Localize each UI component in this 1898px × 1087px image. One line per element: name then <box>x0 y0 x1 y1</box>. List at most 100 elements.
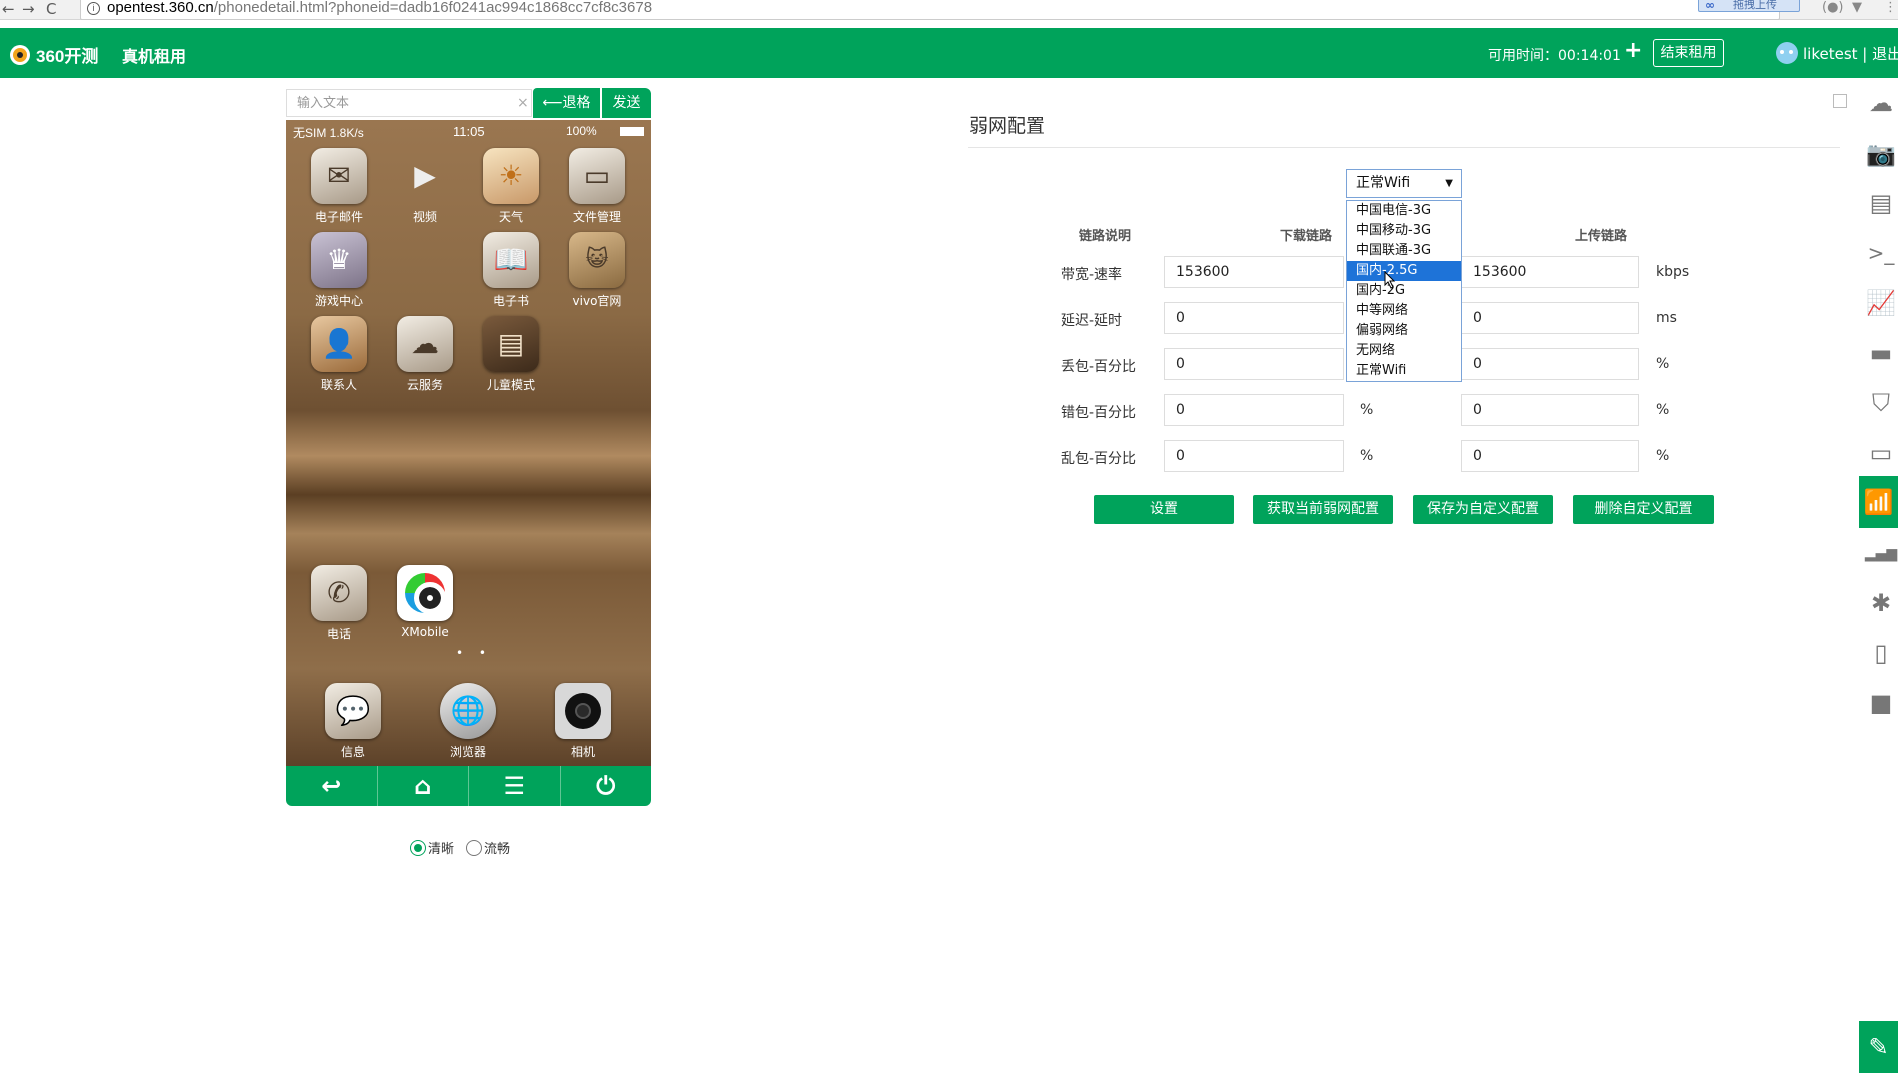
quality-smooth-option[interactable]: 流畅 <box>466 838 510 857</box>
upload-packet-loss-input[interactable]: 0 <box>1461 348 1639 380</box>
app-contacts[interactable]: 👤 联系人 <box>299 316 379 393</box>
delete-custom-config-button[interactable]: 删除自定义配置 <box>1573 495 1714 524</box>
network-profile-select[interactable]: 正常Wifi ▼ <box>1346 169 1462 198</box>
option-unicom-3g[interactable]: 中国联通-3G <box>1347 241 1461 261</box>
browser-menu-icon[interactable]: ⋮ <box>1884 0 1897 15</box>
download-latency-input[interactable]: 0 <box>1164 302 1344 334</box>
get-current-config-button[interactable]: 获取当前弱网配置 <box>1253 495 1393 524</box>
user-menu[interactable]: liketest | 退出 <box>1776 42 1898 64</box>
app-messages[interactable]: 💬 信息 <box>313 683 393 760</box>
app-file-manager[interactable]: ▭ 文件管理 <box>557 148 637 225</box>
option-mobile-3g[interactable]: 中国移动-3G <box>1347 221 1461 241</box>
send-text-button[interactable]: 发送 <box>602 88 651 118</box>
kids-mode-icon: ▤ <box>483 316 539 372</box>
app-camera[interactable]: 相机 <box>543 683 623 760</box>
wifi-icon[interactable]: 📶 <box>1859 476 1898 528</box>
phone-power-button[interactable]: ⏻ <box>561 766 652 806</box>
quality-clear-option[interactable]: 清晰 <box>410 838 454 857</box>
address-bar[interactable]: i opentest.360.cn/phonedetail.html?phone… <box>80 0 1780 20</box>
option-telecom-3g[interactable]: 中国电信-3G <box>1347 201 1461 221</box>
app-xmobile[interactable]: XMobile <box>385 565 465 639</box>
phone-menu-button[interactable]: ☰ <box>469 766 561 806</box>
back-arrow-icon[interactable]: ← <box>2 0 15 20</box>
app-weather[interactable]: ☀ 天气 <box>471 148 551 225</box>
phone-back-button[interactable]: ↩ <box>286 766 378 806</box>
nav-phone-rental[interactable]: 真机租用 <box>122 43 186 67</box>
chart-icon[interactable]: 📈 <box>1864 286 1898 320</box>
app-label: XMobile <box>401 625 449 639</box>
download-packet-reorder-input[interactable]: 0 <box>1164 440 1344 472</box>
app-label: 电子邮件 <box>314 210 363 224</box>
option-normal-wifi[interactable]: 正常Wifi <box>1347 361 1461 381</box>
upload-packet-reorder-input[interactable]: 0 <box>1461 440 1639 472</box>
reload-icon[interactable]: C <box>46 0 56 20</box>
option-domestic-2-5g[interactable]: 国内-2.5G <box>1347 261 1461 281</box>
app-kids-mode[interactable]: ▤ 儿童模式 <box>471 316 551 393</box>
edit-feedback-icon[interactable]: ✎ <box>1859 1021 1898 1073</box>
option-medium-network[interactable]: 中等网络 <box>1347 301 1461 321</box>
app-video[interactable]: ▶ 视频 <box>385 148 465 225</box>
radio-unchecked-icon[interactable] <box>466 839 483 856</box>
end-rental-button[interactable]: 结束租用 <box>1653 39 1724 67</box>
forward-arrow-icon[interactable]: → <box>22 0 35 20</box>
row-label-packet-loss: 丢包-百分比 <box>1061 359 1137 375</box>
signal-icon[interactable]: ▂▄▆ <box>1864 537 1898 571</box>
app-phone[interactable]: ✆ 电话 <box>299 565 379 642</box>
row-label-latency: 延迟-延时 <box>1061 313 1123 329</box>
game-center-icon: ♛ <box>311 232 367 288</box>
col-upload-header: 上传链路 <box>1575 229 1628 244</box>
backspace-button[interactable]: ⟵退格 <box>533 88 600 118</box>
clear-input-icon[interactable]: × <box>517 95 529 111</box>
download-bandwidth-input[interactable]: 153600 <box>1164 256 1344 288</box>
add-time-button[interactable]: + <box>1624 38 1642 63</box>
phone-text-input[interactable] <box>286 89 532 117</box>
quality-selector: 清晰 流畅 <box>410 838 522 857</box>
info-icon[interactable]: i <box>87 2 100 15</box>
col-download-header: 下载链路 <box>1280 229 1333 244</box>
option-no-network[interactable]: 无网络 <box>1347 341 1461 361</box>
document-icon[interactable]: ▤ <box>1864 186 1898 220</box>
upload-packet-error-input[interactable]: 0 <box>1461 394 1639 426</box>
upload-bandwidth-input[interactable]: 153600 <box>1461 256 1639 288</box>
phone-home-button[interactable]: ⌂ <box>378 766 469 806</box>
cloud-icon: ☁ <box>397 316 453 372</box>
download-packet-loss-input[interactable]: 0 <box>1164 348 1344 380</box>
file-manager-icon: ▭ <box>569 148 625 204</box>
video-camera-icon[interactable]: ■ <box>1864 686 1898 720</box>
contacts-icon: 👤 <box>311 316 367 372</box>
upload-latency-input[interactable]: 0 <box>1461 302 1639 334</box>
drag-upload-extension-button[interactable]: ∞ 拖拽上传 <box>1698 0 1800 12</box>
mobile-icon[interactable]: ▯ <box>1864 636 1898 670</box>
battery-icon[interactable]: ▭ <box>1864 436 1898 470</box>
phone-screen[interactable]: 无SIM 1.8K/s 11:05 100% ✉ 电子邮件 ▶ 视频 ☀ 天气 ▭ 文件… <box>286 120 651 766</box>
terminal-icon[interactable]: >_ <box>1864 236 1898 270</box>
unit-packet-error-up: % <box>1656 402 1670 418</box>
option-domestic-2g[interactable]: 国内-2G <box>1347 281 1461 301</box>
app-cloud[interactable]: ☁ 云服务 <box>385 316 465 393</box>
folder-icon[interactable]: ▬ <box>1864 336 1898 370</box>
download-packet-error-input[interactable]: 0 <box>1164 394 1344 426</box>
app-ebook[interactable]: 📖 电子书 <box>471 232 551 309</box>
radio-checked-icon[interactable] <box>410 839 426 856</box>
site-logo[interactable]: 360开测 <box>10 42 98 67</box>
save-custom-config-button[interactable]: 保存为自定义配置 <box>1413 495 1553 524</box>
quality-smooth-label: 流畅 <box>484 842 511 857</box>
app-label: vivo官网 <box>572 294 622 308</box>
broadcast-extension-icon[interactable]: (●) <box>1822 0 1844 15</box>
camera-icon[interactable]: 📷 <box>1864 137 1898 171</box>
app-browser[interactable]: 🌐 浏览器 <box>428 683 508 760</box>
cloud-upload-icon[interactable]: ☁ <box>1864 86 1898 120</box>
option-weak-network[interactable]: 偏弱网络 <box>1347 321 1461 341</box>
xmobile-icon <box>397 565 453 621</box>
bug-icon[interactable]: ✱ <box>1864 586 1898 620</box>
app-label: 云服务 <box>406 378 443 392</box>
network-profile-dropdown[interactable]: 中国电信-3G 中国移动-3G 中国联通-3G 国内-2.5G 国内-2G 中等… <box>1346 200 1462 382</box>
html5-icon[interactable]: ⛉ <box>1864 386 1898 420</box>
user-logout-link[interactable]: liketest | 退出 <box>1803 43 1898 64</box>
expand-panel-icon[interactable] <box>1833 94 1847 108</box>
app-game-center[interactable]: ♛ 游戏中心 <box>299 232 379 309</box>
apply-settings-button[interactable]: 设置 <box>1094 495 1234 524</box>
app-vivo[interactable]: 😺 vivo官网 <box>557 232 637 309</box>
app-mail[interactable]: ✉ 电子邮件 <box>299 148 379 225</box>
vpn-extension-icon[interactable]: ▼ <box>1852 0 1862 15</box>
